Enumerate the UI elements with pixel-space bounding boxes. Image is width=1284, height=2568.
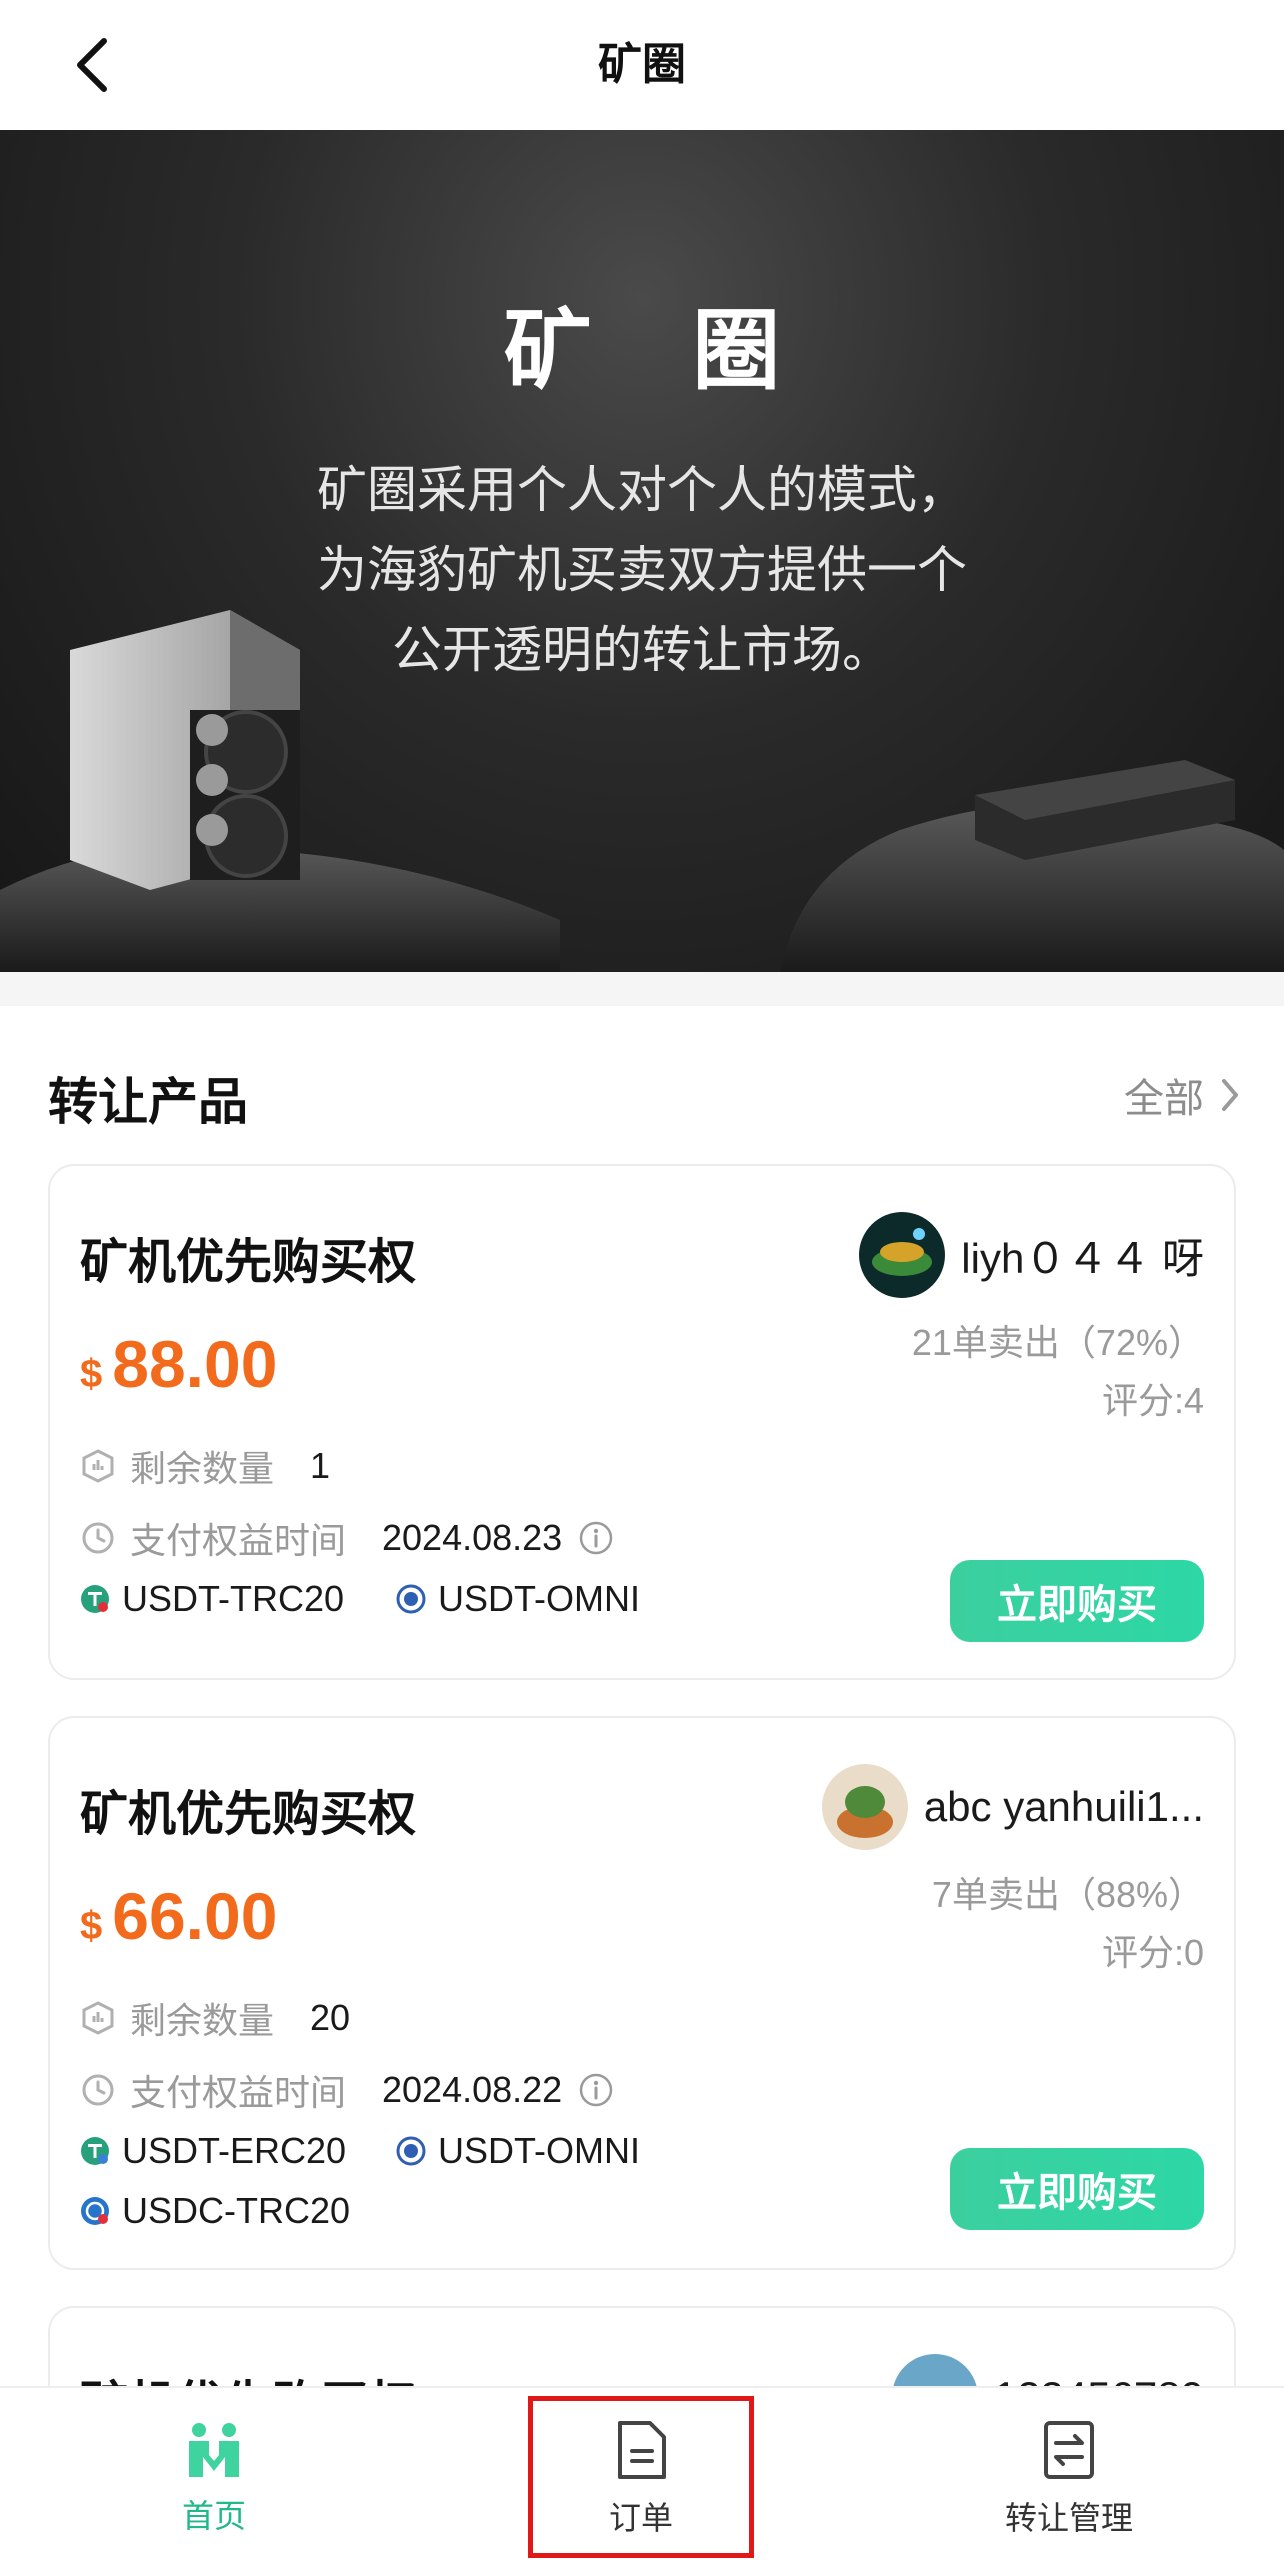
tether-icon <box>81 2137 109 2165</box>
product-title: 矿机优先购买权 <box>80 1788 417 1841</box>
payment-method-label: USDT-TRC20 <box>122 1578 345 1619</box>
currency-symbol: $ <box>80 1352 103 1396</box>
payment-time-row: 支付权益时间 2024.08.22 <box>80 2064 614 2116</box>
product-title: 矿机优先购买权 <box>80 1236 417 1289</box>
view-all-link[interactable]: 全部 <box>1124 1066 1240 1124</box>
product-card: 矿机优先购买权 $ 66.00 剩余数量 20 支付权益时间 2024.08.2… <box>48 1716 1236 2270</box>
rating: 评分:4 <box>1101 1380 1204 1421</box>
nav-label: 订单 <box>608 2500 673 2536</box>
payment-time-value: 2024.08.23 <box>382 1517 563 1558</box>
order-document-icon <box>618 2421 666 2479</box>
seller-name: abc yanhuili1... <box>923 1783 1204 1830</box>
remaining-row: 剩余数量 1 <box>80 1440 330 1492</box>
banner-description-line: 为海豹矿机买卖双方提供一个 <box>317 542 967 598</box>
banner-description-line: 矿圈采用个人对个人的模式， <box>317 462 967 518</box>
avatar <box>821 1764 908 1850</box>
remaining-row: 剩余数量 20 <box>80 1992 350 2044</box>
payment-method: USDT-OMNI <box>396 1578 640 1620</box>
info-icon[interactable] <box>578 1520 614 1556</box>
payment-method: USDT-OMNI <box>396 2130 640 2172</box>
payment-method: USDT-TRC20 <box>80 1578 344 1620</box>
product-price: $ 66.00 <box>80 1878 277 1954</box>
rating: 评分:0 <box>1101 1932 1204 1973</box>
info-icon[interactable] <box>578 2072 614 2108</box>
top-bar: 矿圈 <box>0 0 1284 130</box>
sold-stat: 21单卖出（72%） <box>911 1322 1204 1363</box>
banner-description-line: 公开透明的转让市场。 <box>392 622 892 678</box>
payment-time-row: 支付权益时间 2024.08.23 <box>80 1512 614 1564</box>
payment-method: USDC-TRC20 <box>80 2190 350 2232</box>
omni-icon <box>396 2136 426 2166</box>
remaining-label: 剩余数量 <box>130 2000 275 2041</box>
product-section: 转让产品 全部 矿机优先购买权 $ 88.00 剩余数量 1 支付权益时间 20… <box>0 1006 1284 2506</box>
usdc-icon <box>81 2197 109 2225</box>
price-amount: 66.00 <box>112 1879 278 1953</box>
payment-time-value: 2024.08.22 <box>382 2069 563 2110</box>
seller-name: liyh０４４ 呀 <box>961 1234 1204 1282</box>
home-logo-icon <box>189 2423 239 2477</box>
remaining-value: 20 <box>310 1997 351 2038</box>
nav-item-transfer-management[interactable]: 转让管理 <box>919 2388 1219 2568</box>
view-all-label: 全部 <box>1124 1077 1204 1121</box>
sold-stat: 7单卖出（88%） <box>931 1874 1204 1915</box>
clock-icon <box>82 2074 114 2106</box>
cube-icon <box>82 1449 114 1483</box>
product-price: $ 88.00 <box>80 1326 277 1402</box>
payment-method-label: USDT-ERC20 <box>122 2130 347 2171</box>
nav-label: 转让管理 <box>1004 2500 1133 2536</box>
avatar <box>859 1212 946 1298</box>
payment-time-label: 支付权益时间 <box>130 1520 347 1561</box>
payment-method-label: USDT-OMNI <box>438 2130 640 2171</box>
nav-item-orders[interactable]: 订单 <box>491 2388 791 2568</box>
page-title: 矿圈 <box>598 40 686 89</box>
seller-info[interactable]: liyh０４４ 呀 <box>859 1212 1204 1298</box>
cube-icon <box>82 2001 114 2035</box>
seller-info[interactable]: abc yanhuili1... <box>821 1764 1204 1850</box>
omni-icon <box>396 1584 426 1614</box>
buy-now-button[interactable]: 立即购买 <box>950 1560 1204 1642</box>
payment-time-label: 支付权益时间 <box>130 2072 347 2113</box>
hero-banner: 矿 圈 矿圈采用个人对个人的模式， 为海豹矿机买卖双方提供一个 公开透明的转让市… <box>0 130 1284 972</box>
bottom-navigation: 首页 订单 转让管理 <box>0 2386 1284 2568</box>
nav-item-home[interactable]: 首页 <box>64 2388 364 2568</box>
transfer-manage-icon <box>1044 2421 1094 2479</box>
tether-icon <box>81 1585 109 1613</box>
price-amount: 88.00 <box>112 1327 278 1401</box>
currency-symbol: $ <box>80 1904 103 1948</box>
banner-description: 矿圈采用个人对个人的模式， 为海豹矿机买卖双方提供一个 公开透明的转让市场。 <box>0 450 1284 690</box>
remaining-label: 剩余数量 <box>130 1448 275 1489</box>
payment-method-label: USDT-OMNI <box>438 1578 640 1619</box>
product-card: 矿机优先购买权 $ 88.00 剩余数量 1 支付权益时间 2024.08.23 <box>48 1164 1236 1680</box>
section-title: 转让产品 <box>48 1074 248 1130</box>
chevron-right-icon <box>1222 1079 1238 1111</box>
remaining-value: 1 <box>310 1445 331 1486</box>
banner-title: 矿 圈 <box>503 301 819 400</box>
clock-icon <box>82 1522 114 1554</box>
buy-now-button[interactable]: 立即购买 <box>950 2148 1204 2230</box>
nav-label: 首页 <box>181 2498 246 2534</box>
payment-method-label: USDC-TRC20 <box>122 2190 351 2231</box>
payment-method: USDT-ERC20 <box>80 2130 346 2172</box>
